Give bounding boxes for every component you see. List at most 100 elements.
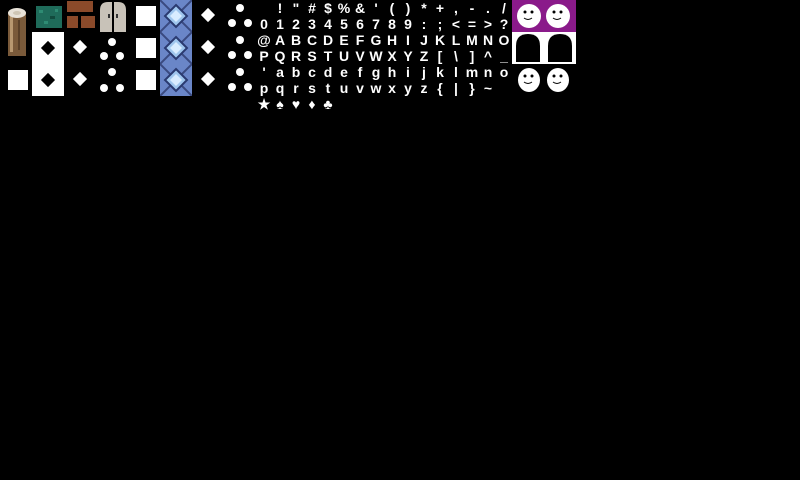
ghost-icon [518, 68, 569, 92]
dot-icon [228, 51, 236, 59]
symbol-glyph: ★ [257, 96, 271, 112]
glyph: ) [405, 0, 411, 16]
glyph: { [437, 80, 443, 96]
dot-icon [236, 4, 244, 12]
ghost-panel-black [512, 64, 576, 96]
glyph-row: ! " # $% & ' () * +, -. / [256, 0, 512, 16]
glyph-row: 0 1 2 3 4 5 6 7 8 9:; < = >? [256, 16, 512, 32]
ghost-silhouette-icon [516, 34, 572, 62]
glyph: l [454, 64, 458, 80]
ghost-panel-silhouette [512, 32, 576, 64]
glyph: 0 [260, 16, 268, 32]
glyph: q [275, 80, 285, 96]
crystal-tile [159, 63, 193, 97]
dot-icon [108, 38, 116, 46]
diamond-icon [200, 39, 216, 55]
dot-icon [108, 68, 116, 76]
glyph: M [466, 32, 478, 48]
glyph: g [371, 64, 381, 80]
glyph: c [308, 64, 316, 80]
dot-icon [228, 83, 236, 91]
glyph: L [451, 32, 461, 48]
glyph: a [276, 64, 284, 80]
glyph: 8 [388, 16, 396, 32]
glyph: O [498, 32, 510, 48]
door-tile [98, 0, 128, 32]
glyph: t [325, 80, 331, 96]
glyph: , [454, 0, 458, 16]
white-square [136, 38, 156, 58]
glyph: J [420, 32, 428, 48]
glyph: } [469, 80, 475, 96]
glyph: ; [437, 16, 443, 32]
glyph: z [420, 80, 428, 96]
glyph: S [307, 48, 317, 64]
glyph: D [322, 32, 334, 48]
dot-icon [116, 52, 124, 60]
symbol-row: ★ ♠ ♥ ♦ ♣ [256, 96, 336, 112]
glyph: ( [389, 0, 395, 16]
diamond-icon [200, 71, 216, 87]
glyph: - [469, 0, 475, 16]
glyph: f [357, 64, 363, 80]
glyph: W [369, 48, 383, 64]
door-icon [100, 2, 126, 32]
glyph: Q [274, 48, 286, 64]
green-tile [36, 6, 62, 28]
glyph: i [406, 64, 410, 80]
glyph: s [308, 80, 316, 96]
diamond-icon [40, 72, 56, 88]
glyph-row: ' a b c d e f g h i j k l m n o [256, 64, 512, 80]
white-square [8, 70, 28, 90]
glyph: . [486, 0, 490, 16]
dot-icon [100, 52, 108, 60]
glyph: m [465, 64, 479, 80]
glyph-row: P Q R S T U V W X Y Z [\] ^ _ [256, 48, 512, 64]
symbol-glyph: ♣ [323, 96, 333, 112]
crystal-icon [159, 31, 193, 65]
glyph: 6 [356, 16, 364, 32]
glyph: = [467, 16, 477, 32]
dot-icon [244, 83, 252, 91]
glyph-row: @ A B C D E F G H I J K L M N O [256, 32, 512, 48]
glyph: 9 [404, 16, 412, 32]
glyph: ] [469, 48, 475, 64]
symbol-glyph: ♥ [291, 96, 301, 112]
ghost-icon [517, 4, 570, 28]
glyph [256, 0, 272, 16]
glyph: B [290, 32, 302, 48]
glyph: v [356, 80, 364, 96]
glyph: E [339, 32, 349, 48]
glyph: h [387, 64, 397, 80]
crystal-tile [159, 0, 193, 33]
glyph: * [421, 0, 427, 16]
white-card [32, 32, 64, 96]
glyph: p [259, 80, 269, 96]
glyph: ^ [483, 48, 493, 64]
glyph: X [387, 48, 397, 64]
ghost-panel-purple [512, 0, 576, 32]
glyph: e [340, 64, 348, 80]
brick-icon [66, 0, 96, 30]
glyph: r [293, 80, 299, 96]
glyph: ~ [483, 80, 493, 96]
glyph: _ [500, 48, 508, 64]
glyph: | [454, 80, 458, 96]
glyph: A [274, 32, 286, 48]
glyph-row: p q r s t u v w x y z {|} ~ [256, 80, 512, 96]
glyph: < [451, 16, 461, 32]
diamond-icon [40, 40, 56, 56]
glyph: b [291, 64, 301, 80]
diamond-icon [72, 71, 88, 87]
glyph: % [337, 0, 351, 16]
symbol-glyph: ♦ [308, 96, 316, 112]
glyph: Y [403, 48, 413, 64]
dot-icon [228, 19, 236, 27]
glyph: Z [419, 48, 429, 64]
glyph: ' [374, 0, 378, 16]
dot-icon [236, 36, 244, 44]
glyph: + [435, 0, 445, 16]
glyph: : [421, 16, 427, 32]
crystal-tile [159, 31, 193, 65]
glyph: x [388, 80, 396, 96]
